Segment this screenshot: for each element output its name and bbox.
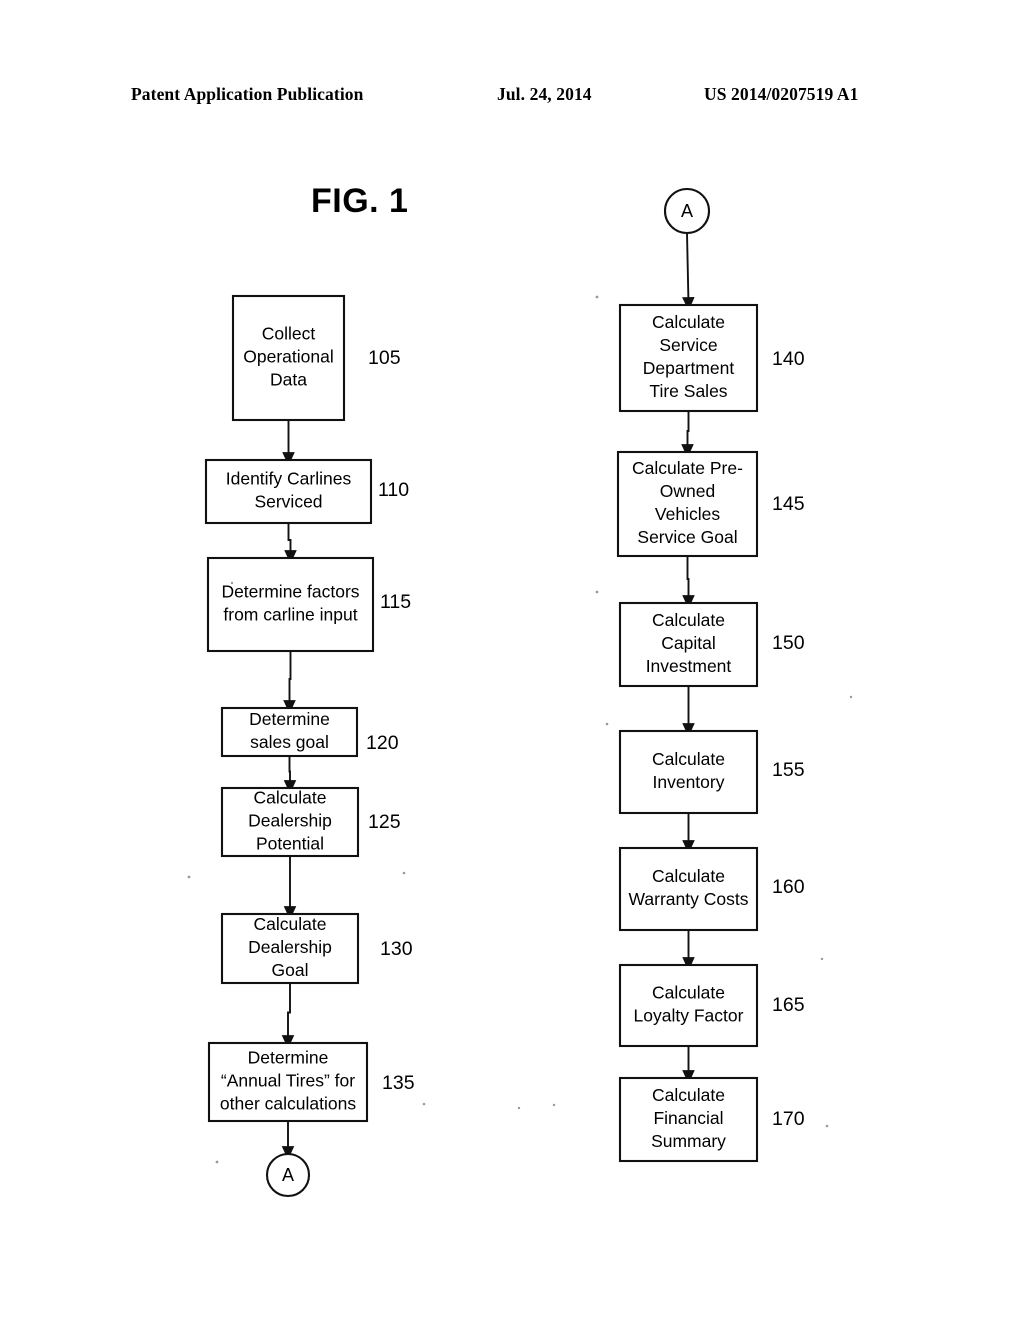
box-label-line: Determine	[249, 709, 330, 729]
box-label-line: Calculate	[254, 788, 327, 808]
offpage-connector-a-top-line	[682, 232, 695, 311]
box-label-line: Capital	[661, 633, 715, 653]
box-label-line: Service Goal	[637, 527, 737, 547]
box-label-line: Serviced	[254, 492, 322, 512]
process-box-170[interactable]: Calculate Financial Summary	[618, 1076, 759, 1163]
reference-numeral-125: 125	[368, 811, 401, 833]
box-label-line: Operational	[243, 347, 333, 367]
box-label-line: Determine	[248, 1048, 329, 1068]
box-label-line: Financial	[653, 1108, 723, 1128]
process-boxes: Collect Operational Data 105 Identify Carlin…	[204, 294, 805, 1163]
box-label-line: Inventory	[653, 772, 725, 792]
box-label-line: “Annual Tires” for	[221, 1071, 355, 1091]
reference-numeral-170: 170	[772, 1108, 805, 1130]
box-label-line: Determine factors	[221, 582, 359, 602]
box-label-line: Calculate	[652, 610, 725, 630]
box-label-line: other calculations	[220, 1094, 356, 1114]
connector-arrow-115-to-120	[283, 651, 296, 714]
process-box-130[interactable]: Calculate Dealership Goal	[220, 912, 360, 985]
offpage-connector-a-bottom[interactable]: A	[265, 1152, 311, 1198]
process-box-125[interactable]: Calculate Dealership Potential	[220, 786, 360, 858]
process-box-160[interactable]: Calculate Warranty Costs	[618, 846, 759, 932]
reference-numeral-165: 165	[772, 994, 805, 1016]
box-label-line: Calculate	[652, 866, 725, 886]
box-label-line: Owned	[660, 481, 715, 501]
box-label-line: Potential	[256, 834, 324, 854]
box-label-line: sales goal	[250, 732, 329, 752]
offpage-connector-a-top[interactable]: A	[663, 187, 711, 235]
box-label-line: Investment	[646, 656, 732, 676]
reference-numeral-120: 120	[366, 732, 399, 754]
process-box-165[interactable]: Calculate Loyalty Factor	[618, 963, 759, 1048]
reference-numeral-110: 110	[378, 479, 409, 501]
box-label-line: Service	[659, 335, 717, 355]
offpage-connector-a-top-label: A	[681, 201, 693, 221]
process-box-135[interactable]: Determine “Annual Tires” for other calcula…	[207, 1041, 369, 1123]
process-box-115[interactable]: Determine factors from carline input	[206, 556, 375, 653]
box-label-line: Loyalty Factor	[634, 1006, 744, 1026]
process-box-105[interactable]: Collect Operational Data	[231, 294, 346, 422]
reference-numeral-140: 140	[772, 348, 805, 370]
box-label-line: Vehicles	[655, 504, 720, 524]
box-label-line: Calculate	[652, 983, 725, 1003]
box-label-line: Data	[270, 370, 307, 390]
process-box-110[interactable]: Identify Carlines Serviced	[204, 458, 373, 525]
connector-arrow-140-to-145	[681, 411, 694, 458]
box-label-line: Goal	[272, 960, 309, 980]
box-label-line: Department	[643, 358, 735, 378]
reference-numeral-130: 130	[380, 938, 413, 960]
box-label-line: Dealership	[248, 811, 332, 831]
process-box-155[interactable]: Calculate Inventory	[618, 729, 759, 815]
process-box-145[interactable]: Calculate Pre- Owned Vehicles Service Goal	[616, 450, 759, 558]
box-label-line: Dealership	[248, 937, 332, 957]
patent-figure-page: Patent Application Publication Jul. 24, …	[0, 0, 1024, 1320]
box-label-line: Identify Carlines	[226, 469, 352, 489]
connector-arrow-120-to-125	[283, 756, 297, 794]
box-label-line: Calculate	[254, 914, 327, 934]
offpage-connector-a-bottom-label: A	[282, 1165, 294, 1185]
connector-arrow-145-to-150	[682, 556, 695, 609]
reference-numeral-150: 150	[772, 632, 805, 654]
reference-numeral-155: 155	[772, 759, 805, 781]
box-label-line: Calculate	[652, 749, 725, 769]
box-label-line: Warranty Costs	[629, 889, 749, 909]
box-label-line: from carline input	[223, 605, 357, 625]
reference-numeral-105: 105	[368, 347, 401, 369]
reference-numeral-145: 145	[772, 493, 805, 515]
reference-numeral-160: 160	[772, 876, 805, 898]
box-label-line: Summary	[651, 1131, 726, 1151]
flowchart-diagram: Collect Operational Data 105 Identify Carlin…	[187, 187, 853, 1198]
box-label-line: Calculate Pre-	[632, 458, 743, 478]
reference-numeral-135: 135	[382, 1072, 415, 1094]
box-label-line: Calculate	[652, 312, 725, 332]
process-box-140[interactable]: Calculate Service Department Tire Sales	[618, 303, 759, 413]
box-label-line: Collect	[262, 324, 316, 344]
box-label-line: Tire Sales	[649, 381, 727, 401]
process-box-150[interactable]: Calculate Capital Investment	[618, 601, 759, 688]
connector-arrow-130-to-135	[281, 983, 295, 1049]
reference-numeral-115: 115	[380, 591, 411, 613]
connector-arrow-110-to-115	[284, 523, 297, 564]
process-box-120[interactable]: Determine sales goal	[220, 706, 359, 758]
box-label-line: Calculate	[652, 1085, 725, 1105]
